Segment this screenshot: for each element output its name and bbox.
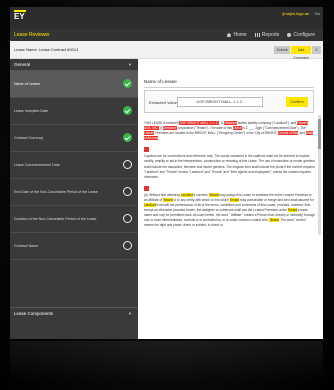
- document-text: THIS LEASE is between: [144, 121, 180, 125]
- sidebar-item-label: Lease Inception Date: [14, 109, 48, 113]
- check-circle-icon: [123, 79, 132, 88]
- highlighted-term: Tenant: [269, 218, 279, 223]
- highlighted-term: GGP-BRIGHT MALL, L.L.C.: [179, 121, 220, 125]
- close-button[interactable]: X: [312, 46, 321, 54]
- document-paragraph: Captions are for convenience and referen…: [144, 154, 316, 179]
- sidebar: General ▼ Name of Lessee Lease Inception …: [10, 59, 138, 339]
- go-link[interactable]: Go: [315, 11, 320, 16]
- document-text: .: [158, 136, 160, 141]
- sidebar-item[interactable]: Duration of the Non-Cancelable Period of…: [10, 206, 138, 233]
- highlighted-term: Delaware: [223, 121, 237, 125]
- extracted-value-box: Extracted Value: GGP-BRIGHT MALL, L.L.C.…: [144, 90, 314, 113]
- user-link[interactable]: jimajim.logo.as: [283, 11, 309, 16]
- reports-icon: [254, 33, 260, 37]
- lease-title: Lease Name: Lease Contract #0013: [14, 47, 79, 52]
- highlighted-term: County of Bay: [278, 131, 298, 136]
- document-paragraph: (A) Without first obtaining Landlord's c…: [144, 192, 316, 229]
- check-circle-icon: [123, 133, 132, 142]
- sidebar-section-general[interactable]: General ▼: [10, 59, 138, 71]
- sidebar-item[interactable]: Lease Inception Date: [10, 98, 138, 125]
- document-text: limited liability company ("Landlord"), …: [236, 121, 297, 125]
- sidebar-item-label: Contract Currency: [14, 136, 44, 140]
- sidebar-item-label: Name of Lessee: [14, 82, 41, 86]
- document-text: , a: [219, 121, 224, 125]
- document-text: , and: [297, 131, 306, 136]
- sidebar-item[interactable]: Lease Commencement Date: [10, 152, 138, 179]
- app-name[interactable]: Lease Reviewer: [14, 32, 50, 38]
- sidebar-item-label: Duration of the Non-Cancelable Period of…: [14, 217, 97, 221]
- sidebar-item[interactable]: End Date of the Non-Cancelable Period of…: [10, 179, 138, 206]
- nav-bar: Lease Reviewer Home Reports Configure: [10, 29, 323, 41]
- confirm-button[interactable]: Confirm: [286, 97, 308, 107]
- document-text: corporation ("Tenant"). The date of this: [176, 126, 233, 131]
- ey-logo: EY: [14, 10, 26, 21]
- sidebar-item[interactable]: Name of Lessee: [10, 71, 138, 98]
- content-panel: Name of Lessee Extracted Value: GGP-BRIG…: [138, 59, 323, 339]
- empty-circle-icon: [123, 214, 132, 223]
- chevron-down-icon: ▼: [128, 311, 132, 316]
- highlighted-term: Tenant: [229, 197, 240, 202]
- document-text: Premises are located in the BRIGHT MALL …: [154, 131, 279, 136]
- nav-reports[interactable]: Reports: [254, 32, 279, 38]
- sidebar-item-label: Lease Commencement Date: [14, 163, 60, 167]
- sidebar-item[interactable]: Contract Name: [10, 233, 138, 260]
- highlighted-term: Leased: [144, 131, 155, 136]
- lease-header: Lease Name: Lease Contract #0013 Submit …: [10, 41, 323, 60]
- highlighted-term: Landlord: [180, 192, 194, 197]
- sidebar-section-lease-components[interactable]: Lease Components ▼: [10, 307, 138, 319]
- nav-home[interactable]: Home: [226, 32, 247, 38]
- document-text: 's consent,: [193, 192, 210, 197]
- top-bar: EY jimajim.logo.as Go: [10, 7, 323, 29]
- extracted-value-label: Extracted Value:: [149, 100, 179, 105]
- document-text: or to any entity with which or into whic…: [172, 197, 230, 202]
- field-title: Name of Lessee: [144, 79, 314, 88]
- scrollbar-thumb[interactable]: [318, 119, 321, 149]
- document-text: is 2, ___ 2gjm ("Commencement Date"). Th…: [241, 126, 306, 131]
- chevron-down-icon: ▼: [128, 62, 132, 67]
- sidebar-item-label: End Date of the Non-Cancelable Period of…: [14, 190, 98, 194]
- home-icon: [226, 33, 232, 37]
- sidebar-item[interactable]: Contract Currency: [10, 125, 138, 152]
- sidebar-item-label: Contract Name: [14, 244, 39, 248]
- window-reflection: [10, 341, 323, 381]
- comment-marker-icon[interactable]: [144, 147, 149, 153]
- submit-button[interactable]: Submit: [274, 46, 290, 54]
- document-text: may consolidate or merge and who shall a…: [239, 197, 314, 202]
- document-text: Captions are for convenience and referen…: [144, 154, 316, 179]
- check-circle-icon: [123, 106, 132, 115]
- add-comment-button[interactable]: Add Comment: [291, 46, 311, 60]
- highlighted-term: Tenant: [163, 197, 173, 202]
- highlighted-term: Delaware: [163, 126, 177, 131]
- highlighted-term: Tenant: [209, 192, 219, 197]
- document-text: (A) Without first obtaining: [144, 192, 181, 197]
- empty-circle-icon: [123, 241, 132, 250]
- highlighted-term: Tenant: [287, 208, 298, 213]
- highlighted-term: Lease: [232, 126, 242, 131]
- extracted-value-input[interactable]: GGP-BRIGHT MALL, L.L.C.: [177, 97, 263, 107]
- document-paragraph: THIS LEASE is between GGP-BRIGHT MALL, L…: [144, 121, 316, 141]
- nav-configure[interactable]: Configure: [287, 32, 315, 38]
- wrench-icon: [287, 33, 292, 37]
- empty-circle-icon: [123, 160, 132, 169]
- document-text: 's benefit the performance of all of the…: [144, 203, 311, 213]
- comment-marker-icon[interactable]: [144, 185, 149, 191]
- highlighted-term: Landlord: [144, 203, 157, 208]
- app-window: EY jimajim.logo.as Go Lease Reviewer Hom…: [10, 7, 323, 339]
- lease-document-text: THIS LEASE is between GGP-BRIGHT MALL, L…: [144, 121, 316, 233]
- empty-circle-icon: [123, 187, 132, 196]
